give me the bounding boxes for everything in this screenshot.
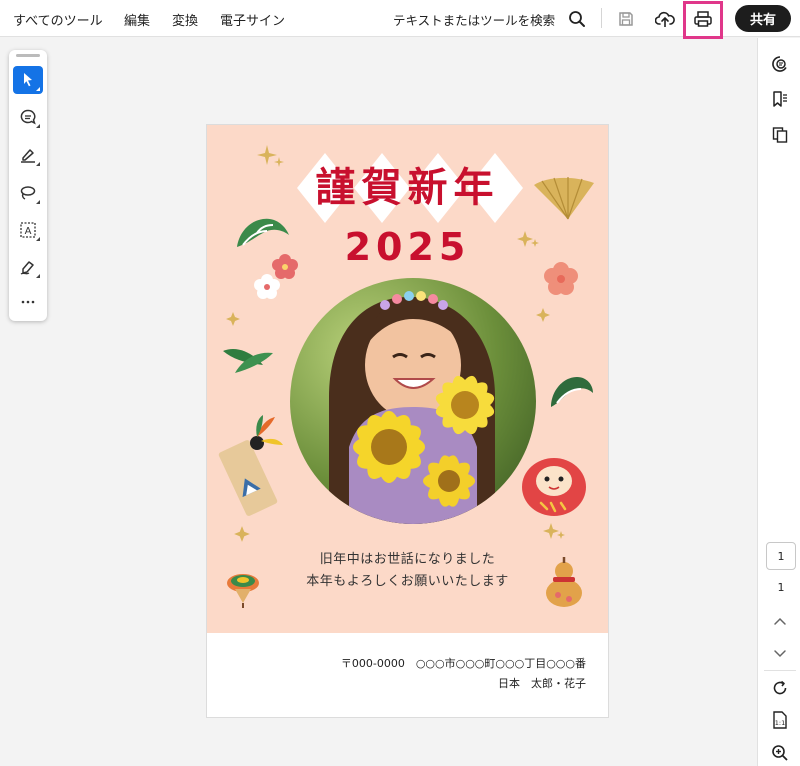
address-line: 〒000-0000 ○○○市○○○町○○○丁目○○○番 [340,657,586,670]
tool-palette: A [9,50,47,321]
new-year-card: 謹賀新年 2025 旧年中はお世話になりました 本年もよろしくお願いいたします [207,125,608,633]
text-select-icon[interactable]: A [13,216,43,244]
svg-text:1:1: 1:1 [775,719,785,727]
right-rail: 1 1 1:1 [757,38,800,766]
plum-flower-icon [544,262,578,295]
print-highlight-box [683,1,723,39]
battledore-icon [218,415,283,516]
chevron-down-icon[interactable] [768,641,792,665]
menu-all-tools[interactable]: すべてのツール [13,10,103,29]
current-page-input[interactable]: 1 [766,542,796,570]
zoom-in-icon[interactable] [768,741,792,765]
ai-assistant-icon[interactable] [768,52,792,76]
sparkle-icon [234,526,250,542]
toolbar-divider [601,8,602,28]
bookmark-list-icon[interactable] [768,87,792,111]
palette-drag-handle[interactable] [16,54,40,57]
total-pages: 1 [777,581,785,594]
menu-e-sign[interactable]: 電子サイン [220,10,285,29]
pine-right-icon [551,377,593,407]
top-toolbar: すべてのツール 編集 変換 電子サイン テキストまたはツールを検索 共有 [0,0,800,39]
select-cursor-icon[interactable] [13,66,43,94]
greeting-line-2: 本年もよろしくお願いいたします [306,574,509,589]
comment-icon[interactable] [13,103,43,131]
svg-text:A: A [25,226,32,237]
greeting-line-1: 旧年中はお世話になりました [319,552,496,567]
menu-convert[interactable]: 変換 [172,10,198,29]
highlight-pen-icon[interactable] [13,141,43,169]
lasso-icon[interactable] [13,179,43,207]
fit-page-icon[interactable]: 1:1 [768,708,792,732]
folding-fan-icon [534,177,594,220]
search-icon[interactable] [566,8,588,30]
sign-pen-icon[interactable] [13,253,43,281]
sparkle-icon [543,523,565,539]
save-icon[interactable] [615,8,637,30]
rotate-icon[interactable] [768,676,792,700]
family-photo [290,278,536,524]
chevron-up-icon[interactable] [768,610,792,634]
document-page[interactable]: 謹賀新年 2025 旧年中はお世話になりました 本年もよろしくお願いいたします … [206,124,609,718]
sparkle-icon [226,312,240,326]
sparkle-icon [536,308,550,322]
sparkle-icon [257,145,284,167]
menu-edit[interactable]: 編集 [124,10,150,29]
rail-divider [764,670,796,671]
bamboo-leaves-icon [223,348,273,373]
more-icon[interactable] [13,288,43,316]
share-button[interactable]: 共有 [735,5,791,32]
sparkle-icon [517,231,539,247]
pine-icon [237,218,289,247]
copy-pages-icon[interactable] [768,123,792,147]
upload-cloud-icon[interactable] [654,8,676,30]
sender-names: 日本 太郎・花子 [498,677,586,690]
search-label[interactable]: テキストまたはツールを検索 [393,10,555,29]
